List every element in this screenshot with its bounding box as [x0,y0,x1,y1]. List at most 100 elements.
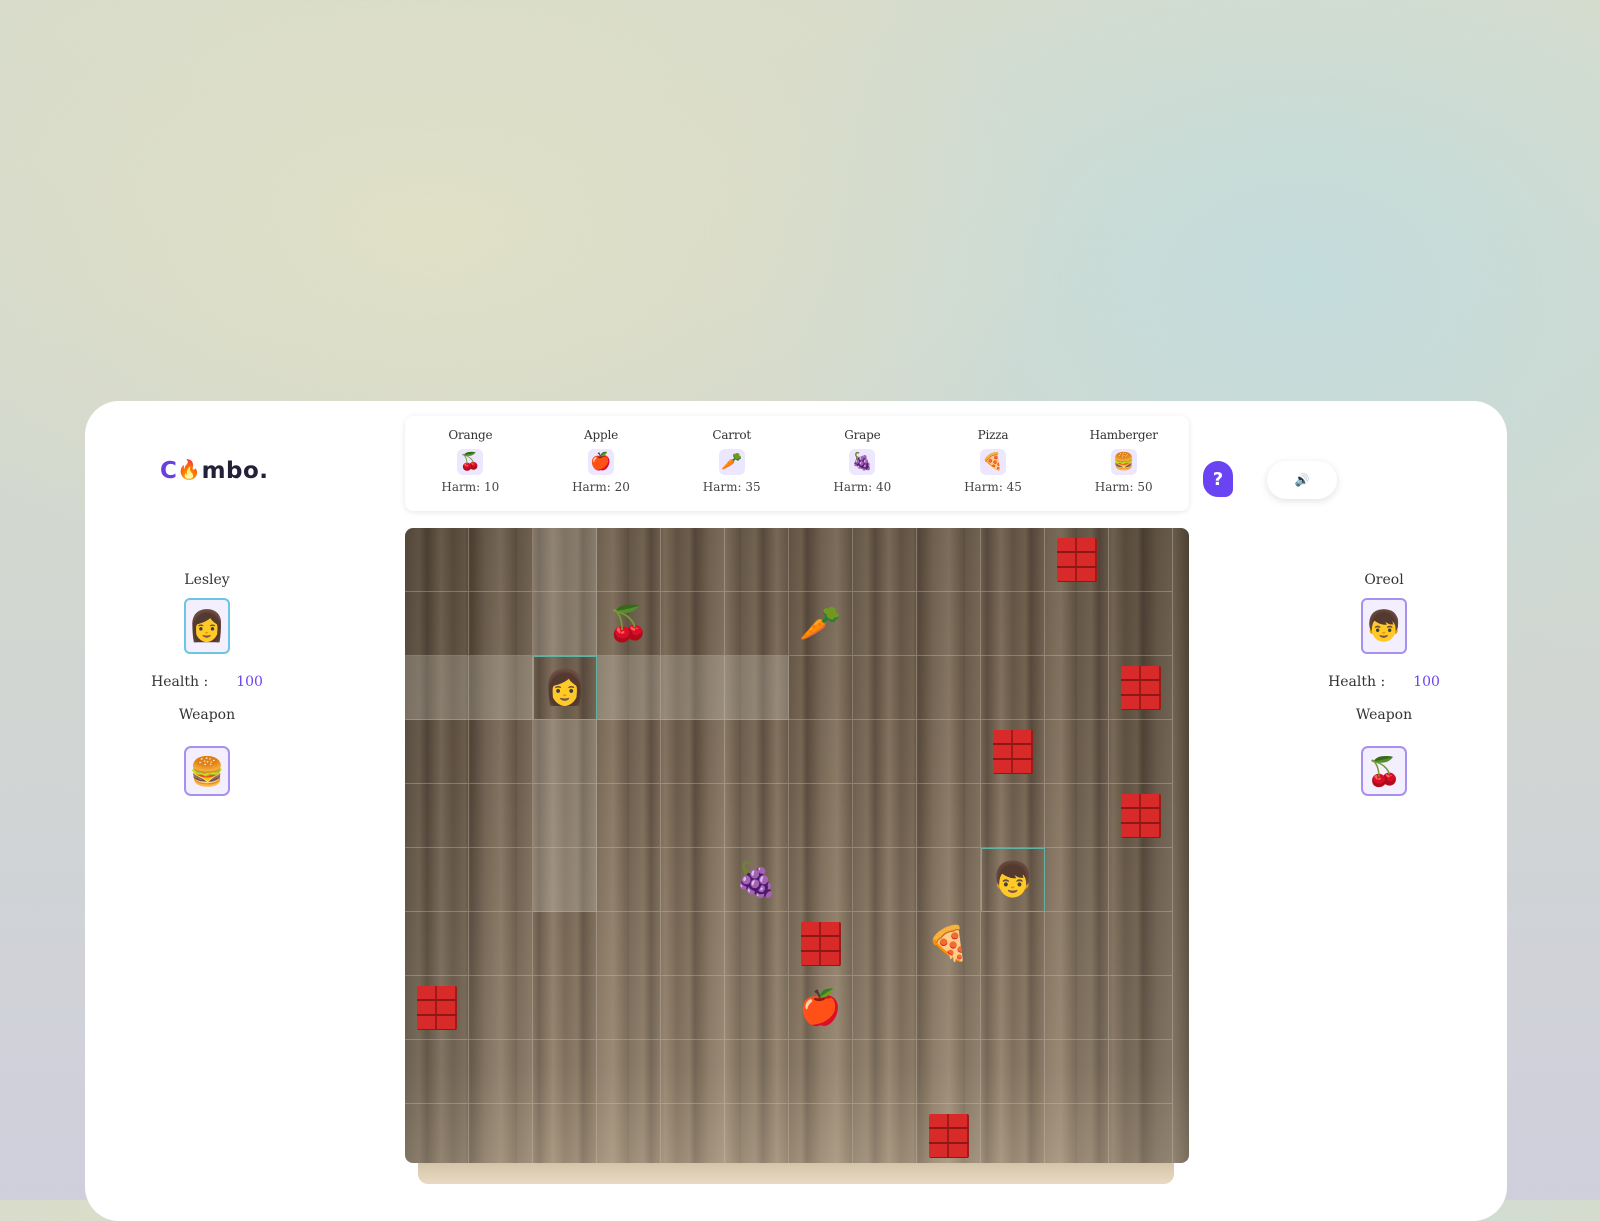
board-cell[interactable] [469,976,533,1040]
board-cell[interactable] [917,720,981,784]
sound-toggle-button[interactable]: 🔊 [1267,461,1337,499]
board-cell[interactable] [853,1040,917,1104]
board-cell[interactable] [469,720,533,784]
board-cell[interactable] [789,784,853,848]
board-cell[interactable] [853,528,917,592]
board-cell[interactable]: 🍒 [597,592,661,656]
board-cell[interactable] [853,720,917,784]
board-cell[interactable] [405,848,469,912]
board-cell[interactable] [661,592,725,656]
board-cell[interactable] [1045,1104,1109,1163]
board-cell[interactable] [661,528,725,592]
board-cell[interactable] [789,528,853,592]
board-cell[interactable]: 👦 [981,848,1045,912]
board-cell[interactable] [469,1104,533,1163]
board-cell[interactable] [981,1040,1045,1104]
board-cell[interactable] [1045,528,1109,592]
board-cell[interactable] [533,592,597,656]
board-cell[interactable] [981,976,1045,1040]
board-cell[interactable] [981,528,1045,592]
board-cell[interactable] [469,528,533,592]
board-cell[interactable] [1109,656,1173,720]
board-cell[interactable] [725,720,789,784]
board-cell[interactable] [1045,848,1109,912]
board-cell[interactable] [917,656,981,720]
board-cell[interactable]: 🍕 [917,912,981,976]
board-cell[interactable] [853,976,917,1040]
board-cell[interactable] [597,1104,661,1163]
board-cell[interactable] [1045,720,1109,784]
board-cell[interactable] [597,528,661,592]
help-button[interactable]: ? [1203,461,1233,497]
board-cell[interactable]: 🍇 [725,848,789,912]
board-cell[interactable] [789,848,853,912]
board-cell[interactable] [1045,912,1109,976]
board-cell[interactable]: 🍎 [789,976,853,1040]
board-cell[interactable] [405,784,469,848]
board-cell[interactable] [533,720,597,784]
board-cell[interactable] [1109,848,1173,912]
player-oreol-token[interactable]: 👦 [992,860,1034,900]
board-cell[interactable] [469,912,533,976]
board-cell[interactable] [661,784,725,848]
board-cell[interactable] [1109,1104,1173,1163]
board-cell[interactable] [533,1104,597,1163]
board-cell[interactable] [981,592,1045,656]
board-cell[interactable] [1045,656,1109,720]
board-cell[interactable] [597,912,661,976]
board-cell[interactable] [1109,784,1173,848]
board-cell[interactable] [533,784,597,848]
board-cell[interactable] [661,656,725,720]
board-cell[interactable]: 🥕 [789,592,853,656]
board-cell[interactable] [725,1040,789,1104]
board-cell[interactable] [405,592,469,656]
board-cell[interactable] [405,528,469,592]
board-cell[interactable] [533,1040,597,1104]
board-cell[interactable] [917,848,981,912]
board-cell[interactable] [725,656,789,720]
board-cell[interactable] [1045,592,1109,656]
board-cell[interactable] [789,720,853,784]
board-cell[interactable] [725,912,789,976]
board-cell[interactable] [405,1040,469,1104]
board-cell[interactable] [725,528,789,592]
board-cell[interactable] [597,1040,661,1104]
board-cell[interactable] [917,1040,981,1104]
board-cell[interactable] [917,528,981,592]
board-cell[interactable] [981,1104,1045,1163]
board-cell[interactable] [661,720,725,784]
board-cell[interactable] [917,592,981,656]
board-cell[interactable] [597,784,661,848]
board-cell[interactable] [597,848,661,912]
board-cell[interactable] [1045,784,1109,848]
board-cell[interactable] [1109,1040,1173,1104]
board-cell[interactable] [533,528,597,592]
board-cell[interactable] [853,848,917,912]
board-cell[interactable] [597,976,661,1040]
board-cell[interactable] [533,848,597,912]
board-cell[interactable] [1109,528,1173,592]
board-cell[interactable] [1045,976,1109,1040]
board-cell[interactable] [661,1040,725,1104]
board-cell[interactable] [533,912,597,976]
board-cell[interactable] [789,1104,853,1163]
board-cell[interactable] [725,784,789,848]
board-cell[interactable] [469,592,533,656]
player-lesley-token[interactable]: 👩 [544,668,586,708]
board-cell[interactable] [981,784,1045,848]
board-cell[interactable] [725,1104,789,1163]
board-cell[interactable] [405,656,469,720]
board-cell[interactable] [1109,912,1173,976]
board-cell[interactable] [597,656,661,720]
board-cell[interactable] [1109,592,1173,656]
board-cell[interactable] [725,976,789,1040]
board-cell[interactable] [981,912,1045,976]
board-cell[interactable] [469,784,533,848]
board-cell[interactable] [661,848,725,912]
board-cell[interactable] [661,1104,725,1163]
board-cell[interactable] [1045,1040,1109,1104]
board-cell[interactable] [1109,976,1173,1040]
board-cell[interactable] [853,592,917,656]
board-cell[interactable] [917,1104,981,1163]
board-cell[interactable] [725,592,789,656]
